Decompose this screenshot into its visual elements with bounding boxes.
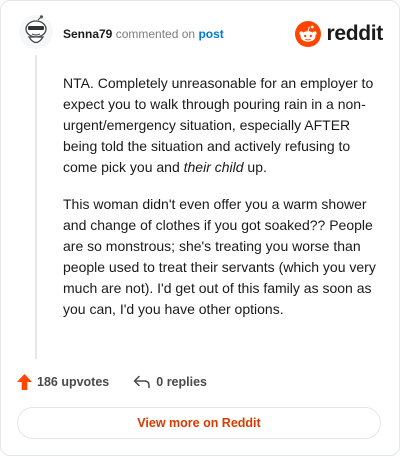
reddit-snoo-icon	[295, 21, 322, 47]
comment-paragraph-2: This woman didn't even offer you a warm …	[63, 196, 376, 317]
reply-arrow-icon	[134, 375, 151, 389]
avatar-icon[interactable]	[18, 14, 54, 50]
author-name[interactable]: Senna79	[63, 27, 112, 41]
reply-count: 0 replies	[156, 375, 207, 389]
reddit-logo[interactable]: reddit	[295, 21, 383, 47]
upvote-button[interactable]: 186 upvotes	[17, 374, 109, 390]
action-text: commented on	[115, 27, 196, 41]
upvote-arrow-icon	[17, 374, 32, 390]
comment-actions: 186 upvotes 0 replies	[17, 374, 231, 390]
thread-line	[35, 55, 37, 359]
comment-body: NTA. Completely unreasonable for an empl…	[63, 73, 385, 336]
comment-card: Senna79 commented on post reddit NTA. Co…	[0, 0, 400, 456]
reply-button[interactable]: 0 replies	[133, 375, 207, 389]
comment-header: Senna79 commented on post	[63, 26, 224, 42]
comment-paragraph-1: NTA. Completely unreasonable for an empl…	[63, 75, 374, 175]
post-link[interactable]: post	[198, 27, 223, 41]
upvote-count: 186 upvotes	[37, 375, 110, 389]
reddit-wordmark: reddit	[326, 22, 383, 45]
view-more-button[interactable]: View more on Reddit	[17, 407, 381, 439]
